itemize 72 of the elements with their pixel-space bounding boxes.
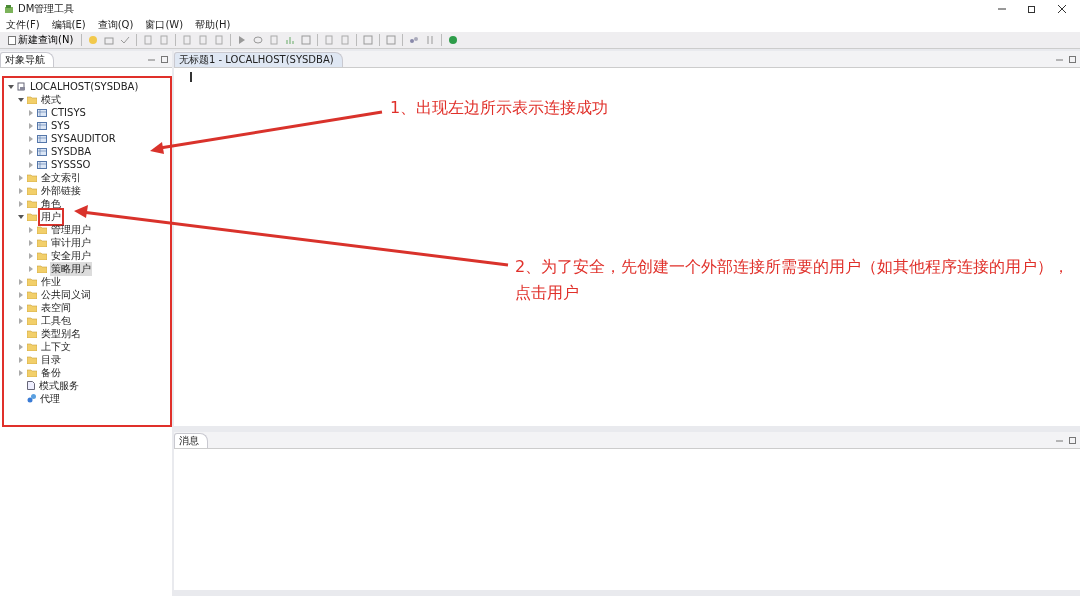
link-icon[interactable]	[409, 35, 420, 45]
maximize-icon[interactable]	[1069, 55, 1076, 63]
tree-item[interactable]: 安全用户	[50, 248, 92, 263]
tree-item[interactable]: LOCALHOST(SYSDBA)	[29, 81, 140, 92]
page-icon[interactable]	[269, 35, 280, 45]
editor-tab[interactable]: 无标题1 - LOCALHOST(SYSDBA)	[174, 51, 343, 67]
close-icon[interactable]	[1058, 5, 1066, 13]
table-icon	[37, 121, 47, 130]
tree-item[interactable]: 用户	[40, 209, 62, 224]
save-icon[interactable]	[104, 35, 115, 45]
tree-item[interactable]: 类型别名	[40, 326, 82, 341]
tree-item[interactable]: SYS	[50, 120, 71, 131]
status-dot-icon[interactable]	[448, 35, 459, 45]
annotation-text: 1、出现左边所示表示连接成功	[390, 97, 610, 119]
tree-item[interactable]: 表空间	[40, 300, 72, 315]
page-icon[interactable]	[340, 35, 351, 45]
annotation-text: 2、为了安全，先创建一个外部连接所需要的用户（如其他程序连接的用户），点击用户	[515, 256, 1071, 304]
folder-icon	[27, 95, 37, 104]
menu-item[interactable]: 窗口(W)	[145, 18, 184, 32]
tree-item[interactable]: 策略用户	[50, 261, 92, 276]
tree-item[interactable]: SYSDBA	[50, 146, 93, 157]
tree-item[interactable]: 公共同义词	[40, 287, 92, 302]
server-icon	[17, 82, 26, 91]
table-icon	[37, 108, 47, 117]
tree-item[interactable]: 上下文	[40, 339, 72, 354]
maximize-icon[interactable]	[161, 55, 168, 63]
menu-item[interactable]: 查询(Q)	[97, 18, 134, 32]
expanded-arrow-icon[interactable]	[18, 213, 24, 220]
tree-item[interactable]: 作业	[40, 274, 62, 289]
tree-item[interactable]: 备份	[40, 365, 62, 380]
page-icon[interactable]	[324, 35, 335, 45]
page-icon[interactable]	[159, 35, 170, 45]
page-icon[interactable]	[198, 35, 209, 45]
tree-item[interactable]: 代理	[39, 391, 61, 406]
tree-item[interactable]: 工具包	[40, 313, 72, 328]
page-icon	[8, 35, 16, 45]
table-icon	[37, 147, 47, 156]
page-icon[interactable]	[214, 35, 225, 45]
tree-item[interactable]: SYSAUDITOR	[50, 133, 117, 144]
tree-item[interactable]: 目录	[40, 352, 62, 367]
minimize-icon[interactable]	[998, 5, 1006, 13]
menu-item[interactable]: 帮助(H)	[195, 18, 231, 32]
page-icon[interactable]	[143, 35, 154, 45]
new-query-button[interactable]: 新建查询(N)	[6, 33, 76, 47]
maximize-icon[interactable]	[1069, 436, 1076, 444]
menu-item[interactable]: 编辑(E)	[51, 18, 86, 32]
restore-icon[interactable]	[1028, 5, 1036, 13]
table-icon	[37, 134, 47, 143]
document-icon	[27, 381, 35, 390]
check-icon[interactable]	[120, 35, 131, 45]
tree-item[interactable]: 全文索引	[40, 170, 82, 185]
grid-icon[interactable]	[386, 35, 397, 45]
navigator-tab[interactable]: 对象导航	[0, 51, 54, 67]
window-title: DM管理工具	[18, 2, 75, 16]
grid-icon[interactable]	[301, 35, 312, 45]
table-icon	[37, 160, 47, 169]
tree-item[interactable]: CTISYS	[50, 107, 87, 118]
tree-item[interactable]: 角色	[40, 196, 62, 211]
tree-item[interactable]: 审计用户	[50, 235, 92, 250]
database-icon[interactable]	[88, 35, 99, 45]
tree-item[interactable]: 模式	[40, 92, 62, 107]
tree-item[interactable]: 管理用户	[50, 222, 92, 237]
tree-item[interactable]: 外部链接	[40, 183, 82, 198]
app-icon	[4, 4, 14, 14]
grid-icon[interactable]	[363, 35, 374, 45]
chart-icon[interactable]	[285, 35, 296, 45]
link-icon	[27, 394, 36, 403]
menu-item[interactable]: 文件(F)	[6, 18, 40, 32]
page-icon[interactable]	[182, 35, 193, 45]
tree-item[interactable]: 模式服务	[38, 378, 80, 393]
messages-tab[interactable]: 消息	[174, 432, 208, 448]
tree-item[interactable]: SYSSSO	[50, 159, 92, 170]
